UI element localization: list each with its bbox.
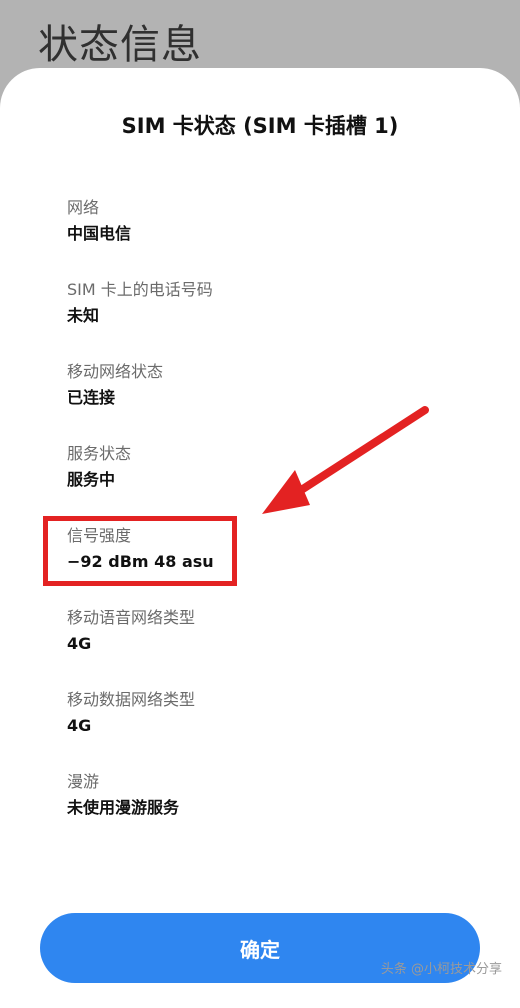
info-label: 漫游 — [67, 772, 100, 791]
pointer-arrow-icon — [262, 406, 429, 514]
info-value: 未使用漫游服务 — [67, 798, 180, 817]
watermark-text: 头条 @小柯技术分享 — [380, 962, 502, 977]
info-value: 4G — [67, 716, 92, 735]
info-item-roaming: 漫游 未使用漫游服务 — [67, 771, 467, 819]
sim-status-dialog: SIM 卡状态 (SIM 卡插槽 1) 网络 中国电信 SIM 卡上的电话号码 … — [0, 68, 520, 1008]
info-label: 移动数据网络类型 — [67, 690, 196, 709]
info-item-data-network-type: 移动数据网络类型 4G — [67, 689, 467, 737]
page-title: 状态信息 — [38, 22, 202, 68]
